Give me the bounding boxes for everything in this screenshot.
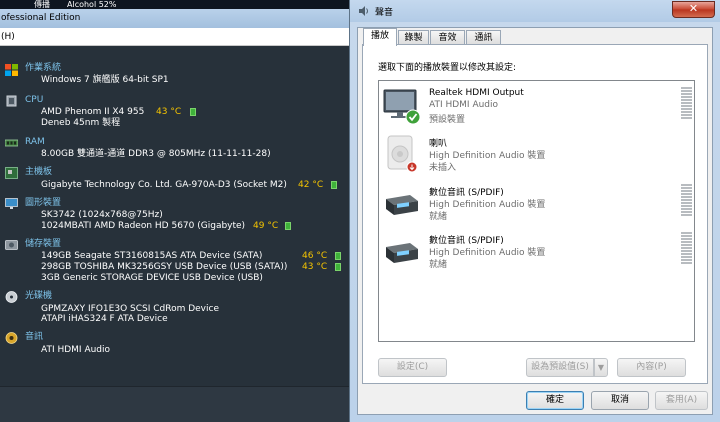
volume-meter <box>681 232 692 264</box>
properties-button[interactable]: 內容(P) <box>617 358 686 377</box>
speaker-unplugged-icon <box>387 135 418 173</box>
set-default-button[interactable]: 設為預設值(S) <box>526 358 594 377</box>
speccy-status-bar <box>0 386 352 422</box>
sound-title-bar[interactable]: 聲音 ✕ <box>350 0 720 22</box>
digital-audio-icon <box>386 195 418 215</box>
speccy-menu-bar: (H) <box>0 28 352 46</box>
graphics-temperature: 49 °C <box>253 221 279 231</box>
storage-line-3: 3GB Generic STORAGE DEVICE USB Device (U… <box>41 273 263 283</box>
device-item-hdmi[interactable]: Realtek HDMI Output ATI HDMI Audio 預設裝置 <box>379 84 694 132</box>
monitor-icon <box>5 198 18 209</box>
device-description: ATI HDMI Audio <box>429 100 499 110</box>
section-title-motherboard[interactable]: 主機板 <box>25 167 52 178</box>
device-item-spdif-2[interactable]: 數位音訊 (S/PDIF) High Definition Audio 裝置 就… <box>379 229 694 277</box>
playback-device-list[interactable]: Realtek HDMI Output ATI HDMI Audio 預設裝置 … <box>378 80 695 342</box>
configure-button[interactable]: 設定(C) <box>378 358 447 377</box>
section-title-os[interactable]: 作業系統 <box>25 63 61 74</box>
digital-audio-icon <box>386 243 418 263</box>
device-name: Realtek HDMI Output <box>429 88 524 98</box>
audio-icon <box>5 332 18 344</box>
cpu-temp-indicator <box>190 108 196 116</box>
monitor-default-icon <box>383 89 421 125</box>
device-status: 未插入 <box>429 163 457 173</box>
volume-meter <box>681 87 692 119</box>
device-status: 預設裝置 <box>429 115 466 125</box>
section-title-audio[interactable]: 音訊 <box>25 332 43 343</box>
volume-meter <box>681 184 692 216</box>
device-item-spdif-1[interactable]: 數位音訊 (S/PDIF) High Definition Audio 裝置 就… <box>379 181 694 229</box>
help-menu[interactable]: (H) <box>1 32 15 42</box>
motherboard-line: Gigabyte Technology Co. Ltd. GA-970A-D3 … <box>41 180 287 190</box>
section-title-graphics[interactable]: 圖形裝置 <box>25 198 61 209</box>
ram-icon <box>5 139 18 147</box>
graphics-line-1: SK3742 (1024x768@75Hz) <box>41 210 163 220</box>
speccy-summary: 作業系統 Windows 7 旗艦版 64-bit SP1 CPU AMD Ph… <box>0 46 352 386</box>
chevron-down-icon: ▼ <box>597 363 605 372</box>
device-status: 就緒 <box>429 260 448 270</box>
tab-communications[interactable]: 通訊 <box>466 30 501 45</box>
tab-sounds[interactable]: 音效 <box>430 30 465 45</box>
tab-recording[interactable]: 錄製 <box>398 30 429 45</box>
optical-line-2: ATAPI iHAS324 F ATA Device <box>41 314 168 324</box>
speaker-icon <box>359 6 368 16</box>
close-button[interactable]: ✕ <box>672 1 715 18</box>
speccy-window: 傳播 Alcohol 52% ofessional Edition (H) 作業… <box>0 0 352 422</box>
sound-dialog-body: 播放 錄製 音效 通訊 選取下面的播放裝置以修改其設定: Realtek HDM… <box>357 27 713 415</box>
tab-playback[interactable]: 播放 <box>363 28 397 46</box>
device-status: 就緒 <box>429 212 448 222</box>
motherboard-temp-indicator <box>331 181 337 189</box>
motherboard-temperature: 42 °C <box>298 180 324 190</box>
ram-line: 8.00GB 雙通道-通道 DDR3 @ 805MHz (11-11-11-28… <box>41 149 271 159</box>
taskbar-text-left: 傳播 <box>34 0 50 9</box>
storage-line-1: 149GB Seagate ST3160815AS ATA Device (SA… <box>41 251 263 261</box>
storage-line-2: 298GB TOSHIBA MK3256GSY USB Device (USB … <box>41 262 288 272</box>
set-default-dropdown[interactable]: ▼ <box>594 358 608 377</box>
windows-icon <box>5 64 18 76</box>
storage-1-temperature: 46 °C <box>302 251 328 261</box>
cpu-icon <box>6 95 17 107</box>
device-item-speaker[interactable]: 喇叭 High Definition Audio 裝置 未插入 <box>379 132 694 180</box>
optical-disc-icon <box>5 291 18 303</box>
speccy-title-bar[interactable]: ofessional Edition <box>0 9 352 28</box>
cpu-line-2: Deneb 45nm 製程 <box>41 118 121 128</box>
hard-drive-icon <box>5 240 18 250</box>
ok-button[interactable]: 確定 <box>526 391 584 410</box>
section-title-ram[interactable]: RAM <box>25 137 45 148</box>
storage-2-temperature: 43 °C <box>302 262 328 272</box>
cpu-temperature: 43 °C <box>156 107 182 117</box>
section-title-cpu[interactable]: CPU <box>25 95 43 106</box>
taskbar-strip: 傳播 Alcohol 52% <box>0 0 352 9</box>
audio-line: ATI HDMI Audio <box>41 345 111 355</box>
motherboard-icon <box>5 167 18 179</box>
section-title-optical[interactable]: 光碟機 <box>25 291 52 302</box>
cpu-line-1: AMD Phenom II X4 955 <box>41 107 145 117</box>
storage-1-temp-indicator <box>335 252 341 260</box>
panel-instruction: 選取下面的播放裝置以修改其設定: <box>378 63 517 73</box>
storage-2-temp-indicator <box>335 263 341 271</box>
graphics-temp-indicator <box>285 222 291 230</box>
section-title-storage[interactable]: 儲存裝置 <box>25 239 61 250</box>
taskbar-text-right: Alcohol 52% <box>67 0 117 9</box>
playback-panel: 選取下面的播放裝置以修改其設定: Realtek HDMI Output ATI… <box>362 44 708 384</box>
apply-button[interactable]: 套用(A) <box>655 391 708 410</box>
os-line: Windows 7 旗艦版 64-bit SP1 <box>41 75 169 85</box>
graphics-line-2: 1024MBATI AMD Radeon HD 5670 (Gigabyte) <box>41 221 246 231</box>
speccy-title: ofessional Edition <box>1 13 81 23</box>
sound-dialog: 聲音 ✕ 播放 錄製 音效 通訊 選取下面的播放裝置以修改其設定: Realte… <box>349 0 720 422</box>
sound-title: 聲音 <box>375 8 394 18</box>
cancel-button[interactable]: 取消 <box>591 391 649 410</box>
